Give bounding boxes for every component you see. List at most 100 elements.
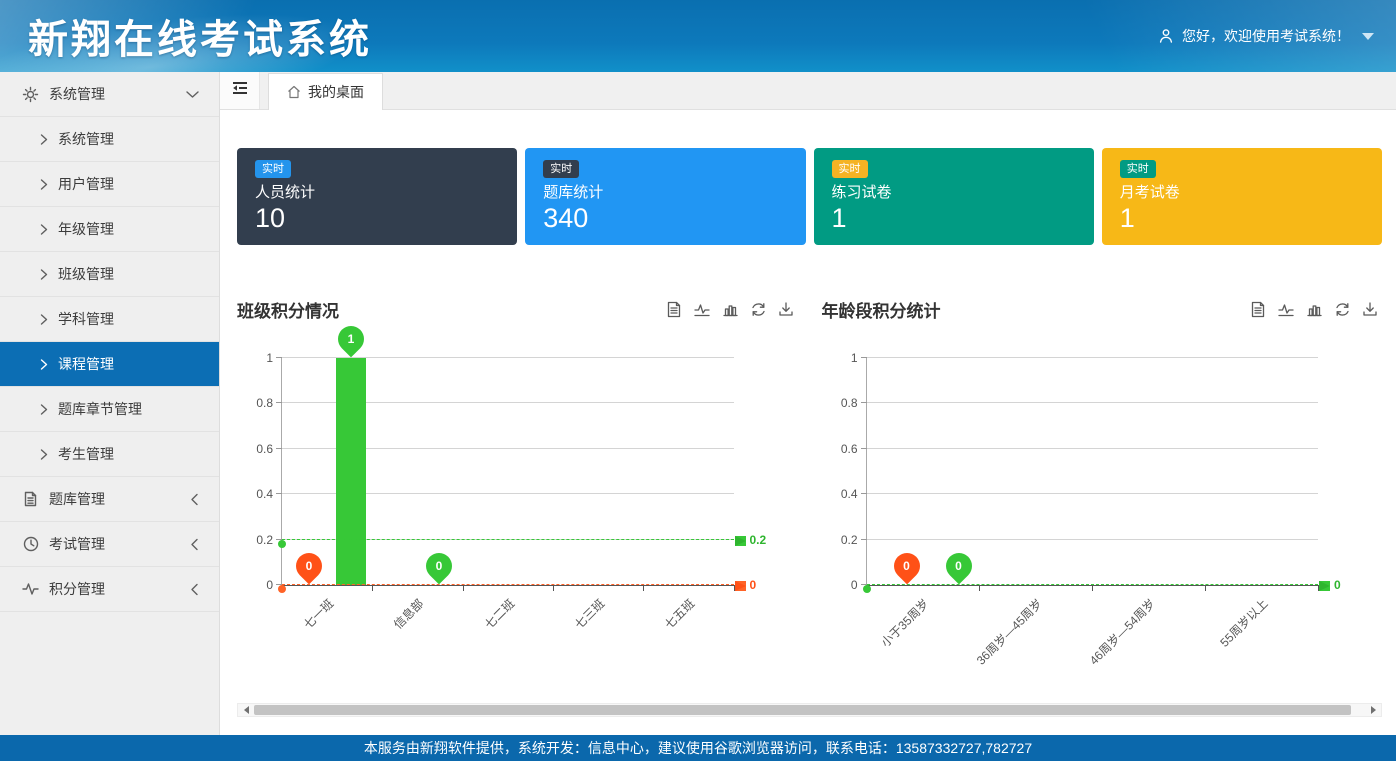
pulse-icon (22, 581, 39, 598)
download-icon[interactable] (1362, 301, 1378, 318)
y-tick-label: 0.2 (256, 533, 273, 547)
chart-title: 年龄段积分统计 (822, 297, 941, 322)
sidebar-item-label: 题库章节管理 (58, 399, 142, 419)
user-icon (1158, 28, 1174, 44)
chart-title: 班级积分情况 (237, 297, 339, 322)
line-chart-icon[interactable] (693, 301, 711, 318)
clock-icon (22, 536, 39, 553)
markpoint-pin: 0 (296, 553, 322, 585)
sidebar-item-examinees[interactable]: 考生管理 (0, 432, 219, 477)
bar-chart-icon[interactable] (722, 301, 739, 318)
avg-markline-label: 0 (750, 578, 757, 592)
sidebar-item-grades[interactable]: 年级管理 (0, 207, 219, 252)
data-view-icon[interactable] (666, 301, 682, 318)
horizontal-scrollbar[interactable] (237, 703, 1382, 717)
download-icon[interactable] (778, 301, 794, 318)
sidebar-group-system[interactable]: 系统管理 (0, 72, 219, 117)
data-view-icon[interactable] (1250, 301, 1266, 318)
sidebar-group-points[interactable]: 积分管理 (0, 567, 219, 612)
markline-arrow (1319, 581, 1330, 591)
markpoint-pin: 1 (338, 326, 364, 358)
chart-toolbox (666, 301, 798, 318)
stat-label: 练习试卷 (832, 181, 1076, 202)
chevron-right-icon (40, 359, 48, 370)
chart-plot: 0 0.2 0.4 0.6 0.8 1 (237, 328, 798, 658)
stat-label: 人员统计 (255, 181, 499, 202)
sidebar-group-label: 考试管理 (49, 534, 105, 554)
avg-markline-series2 (282, 539, 734, 540)
restore-icon[interactable] (1334, 301, 1351, 318)
sidebar-item-label: 年级管理 (58, 219, 114, 239)
stat-cards: 实时 人员统计 10 实时 题库统计 340 实时 练习试卷 1 (237, 148, 1382, 245)
restore-icon[interactable] (750, 301, 767, 318)
stat-card-monthly-papers: 实时 月考试卷 1 (1102, 148, 1382, 245)
scroll-left-button[interactable] (238, 704, 254, 716)
y-tick-label: 1 (851, 351, 858, 365)
sidebar-item-system[interactable]: 系统管理 (0, 117, 219, 162)
stat-value: 1 (832, 203, 1076, 234)
sidebar-fold-button[interactable] (220, 72, 260, 109)
y-tick-label: 0.2 (841, 533, 858, 547)
markpoint-pin: 0 (894, 553, 920, 585)
chart-plot: 0 0.2 0.4 0.6 0.8 1 (822, 328, 1383, 658)
scroll-right-button[interactable] (1365, 704, 1381, 716)
stat-card-question-bank: 实时 题库统计 340 (525, 148, 805, 245)
sidebar-item-label: 系统管理 (58, 129, 114, 149)
y-tick-label: 0 (851, 578, 858, 592)
y-tick-label: 0.4 (841, 487, 858, 501)
avg-markline-series2 (867, 584, 1319, 585)
avg-markline-label: 0.2 (750, 533, 767, 547)
chevron-down-icon (186, 90, 199, 99)
dashboard-content: 实时 人员统计 10 实时 题库统计 340 实时 练习试卷 1 (220, 110, 1396, 735)
sidebar-item-label: 学科管理 (58, 309, 114, 329)
sidebar-group-label: 系统管理 (49, 84, 105, 104)
stat-label: 题库统计 (543, 181, 787, 202)
sidebar: 系统管理 系统管理 用户管理 年级管理 班级管理 (0, 72, 220, 735)
sidebar-group-exam[interactable]: 考试管理 (0, 522, 219, 567)
app-window: 新翔在线考试系统 您好，欢迎使用考试系统！ 系统管理 系统管理 (0, 0, 1396, 761)
markpoint-pin: 0 (426, 553, 452, 585)
user-menu[interactable]: 您好，欢迎使用考试系统！ (1158, 26, 1396, 46)
stat-card-practice-papers: 实时 练习试卷 1 (814, 148, 1094, 245)
y-tick-label: 0.6 (256, 442, 273, 456)
sidebar-item-subjects[interactable]: 学科管理 (0, 297, 219, 342)
y-tick-label: 0 (266, 578, 273, 592)
x-tick-label: 小于35周岁 (877, 595, 932, 650)
sidebar-item-label: 课程管理 (58, 354, 114, 374)
bar-series2-cat1 (336, 358, 366, 585)
scrollbar-thumb[interactable] (254, 705, 1351, 715)
menu-fold-icon (231, 80, 249, 101)
markline-arrow (735, 581, 746, 591)
sidebar-item-question-chapters[interactable]: 题库章节管理 (0, 387, 219, 432)
tab-label: 我的桌面 (308, 82, 364, 102)
line-chart-icon[interactable] (1277, 301, 1295, 318)
stat-value: 10 (255, 203, 499, 234)
app-footer: 本服务由新翔软件提供，系统开发：信息中心，建议使用谷歌浏览器访问，联系电话：13… (0, 735, 1396, 761)
app-header: 新翔在线考试系统 您好，欢迎使用考试系统！ (0, 0, 1396, 72)
x-tick-label: 七三班 (571, 595, 608, 632)
markline-dot (278, 540, 286, 548)
tab-bar: 我的桌面 (220, 72, 1396, 110)
document-icon (22, 491, 39, 508)
sidebar-item-classes[interactable]: 班级管理 (0, 252, 219, 297)
sidebar-group-label: 积分管理 (49, 579, 105, 599)
sidebar-item-label: 用户管理 (58, 174, 114, 194)
footer-text: 本服务由新翔软件提供，系统开发：信息中心，建议使用谷歌浏览器访问，联系电话：13… (364, 738, 1032, 758)
bar-chart-icon[interactable] (1306, 301, 1323, 318)
y-tick-label: 0.8 (256, 396, 273, 410)
sidebar-item-courses[interactable]: 课程管理 (0, 342, 219, 387)
charts-row: 班级积分情况 (237, 297, 1382, 658)
realtime-badge: 实时 (1120, 160, 1156, 178)
chevron-right-icon (40, 179, 48, 190)
sidebar-group-question-bank[interactable]: 题库管理 (0, 477, 219, 522)
chevron-left-icon (190, 583, 199, 596)
y-tick-label: 0.8 (841, 396, 858, 410)
home-icon (287, 85, 301, 99)
markline-dot (278, 585, 286, 593)
chevron-right-icon (40, 134, 48, 145)
sidebar-item-users[interactable]: 用户管理 (0, 162, 219, 207)
stat-card-personnel: 实时 人员统计 10 (237, 148, 517, 245)
x-tick-label: 信息部 (390, 595, 427, 632)
avg-markline-series1 (282, 584, 734, 585)
tab-my-desktop[interactable]: 我的桌面 (268, 73, 383, 110)
